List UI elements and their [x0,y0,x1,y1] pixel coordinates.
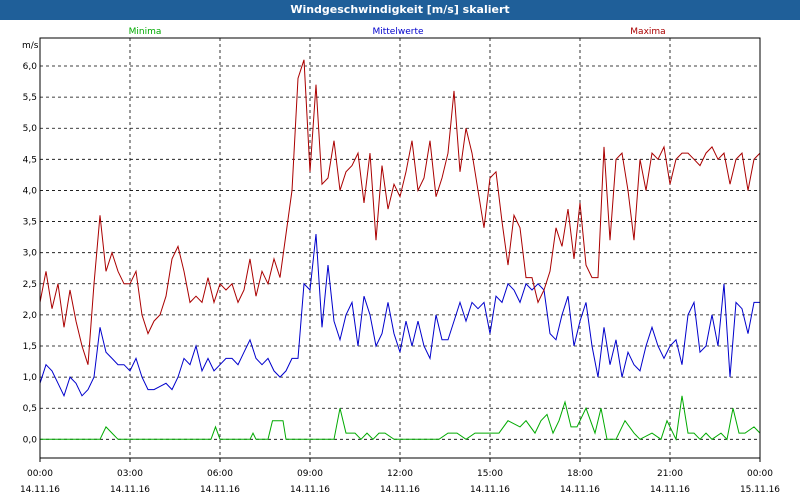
y-tick-label: 4,0 [23,186,38,196]
x-tick-time: 15:00 [477,469,503,479]
y-tick-label: 5,0 [23,124,38,134]
y-axis-unit-label: m/s [22,41,39,51]
x-tick-time: 12:00 [387,469,413,479]
y-tick-label: 6,0 [23,62,38,72]
x-tick-date: 14.11.16 [200,485,240,495]
y-tick-label: 3,5 [23,218,37,228]
y-tick-labels: 0,0 0,5 1,0 1,5 2,0 2,5 3,0 3,5 4,0 4,5 5,0 5,5 6,0 [23,62,38,445]
chart-grid [40,38,760,458]
y-tick-label: 1,0 [23,373,38,383]
y-tick-label: 0,5 [23,404,37,414]
x-tick-time: 21:00 [657,469,683,479]
x-tick-time: 06:00 [207,469,233,479]
legend-maxima: Maxima [630,27,665,37]
x-tick-date: 14.11.16 [380,485,420,495]
y-tick-label: 3,0 [23,249,38,259]
x-tick-date: 14.11.16 [470,485,510,495]
y-tick-label: 2,0 [23,311,38,321]
x-tick-time: 00:00 [747,469,773,479]
x-tick-date: 14.11.16 [110,485,150,495]
y-tick-label: 0,0 [23,435,38,445]
x-tick-time: 03:00 [117,469,143,479]
x-tick-date: 14.11.16 [650,485,690,495]
x-tick-date: 14.11.16 [560,485,600,495]
chart-legend: Minima Mittelwerte Maxima [129,27,666,37]
legend-minima: Minima [129,27,162,37]
x-tick-date: 15.11.16 [740,485,780,495]
x-tick-labels: 00:00 14.11.16 03:00 14.11.16 06:00 14.11.16 0… [20,458,780,495]
y-tick-label: 2,5 [23,280,37,290]
x-tick-date: 14.11.16 [20,485,60,495]
legend-mittelwerte: Mittelwerte [372,27,423,37]
y-tick-label: 5,5 [23,93,37,103]
x-tick-date: 14.11.16 [290,485,330,495]
wind-speed-chart: 0,00,51,01,52,02,53,03,54,04,55,05,56,0 … [20,27,780,495]
y-tick-label: 4,5 [23,155,37,165]
y-tick-label: 1,5 [23,342,37,352]
x-tick-time: 00:00 [27,469,53,479]
x-tick-time: 18:00 [567,469,593,479]
window-title: Windgeschwindigkeit [m/s] skaliert [0,0,800,20]
x-tick-time: 09:00 [297,469,323,479]
